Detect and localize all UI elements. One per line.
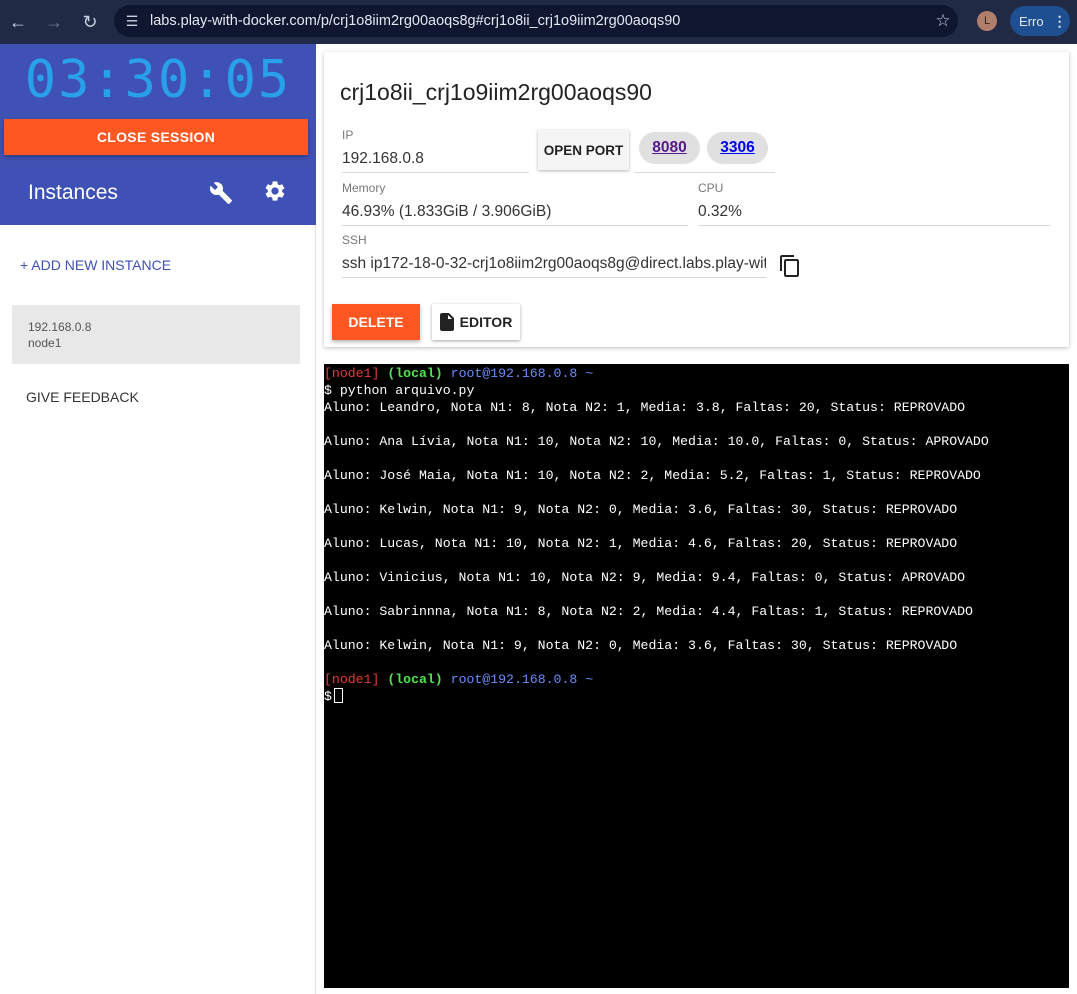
terminal-output-line: $ python arquivo.py (324, 383, 475, 398)
menu-kebab-icon: ⋮ (1052, 12, 1067, 29)
terminal-output-line: Aluno: Leandro, Nota N1: 8, Nota N2: 1, … (324, 400, 966, 415)
instance-item[interactable]: 192.168.0.8 node1 (12, 305, 300, 364)
reload-icon[interactable]: ↻ (72, 4, 108, 40)
ip-field[interactable]: 192.168.0.8 (342, 150, 529, 173)
address-bar[interactable]: ☰ labs.play-with-docker.com/p/crj1o8iim2… (114, 5, 958, 37)
prompt-local: (local) (387, 672, 443, 687)
ip-label: IP (342, 128, 354, 142)
terminal-prompt-line: [node1] (local) root@192.168.0.8 ~ (324, 671, 1069, 688)
sidebar: 03:30:05 CLOSE SESSION Instances + ADD N… (0, 44, 316, 994)
terminal-output-line (324, 586, 1069, 603)
file-icon (439, 313, 454, 331)
terminal-cursor (333, 688, 343, 703)
wrench-icon[interactable] (209, 181, 233, 211)
cpu-label: CPU (698, 181, 724, 195)
terminal-output-line: Aluno: Sabrinnna, Nota N1: 8, Nota N2: 2… (324, 604, 973, 619)
terminal-output-line: $ (324, 688, 1069, 705)
terminal-output-line (324, 620, 1069, 637)
cpu-field[interactable]: 0.32% (698, 203, 1050, 226)
instance-ip: 192.168.0.8 (28, 320, 92, 334)
give-feedback-button[interactable]: GIVE FEEDBACK (26, 389, 139, 405)
prompt-user: root@192.168.0.8 ~ (450, 672, 594, 687)
terminal-output-line (324, 450, 1069, 467)
terminal-output-line: Aluno: Lucas, Nota N1: 10, Nota N2: 1, M… (324, 536, 958, 551)
memory-label: Memory (342, 181, 386, 195)
browser-toolbar: ← → ↻ ☰ labs.play-with-docker.com/p/crj1… (0, 0, 1077, 44)
terminal[interactable]: [node1] (local) root@192.168.0.8 ~ $ pyth… (324, 364, 1069, 988)
terminal-output-line (324, 416, 1069, 433)
terminal-output-line (324, 552, 1069, 569)
instance-title: crj1o8ii_crj1o9iim2rg00aoqs90 (340, 79, 652, 105)
bookmark-star-icon[interactable]: ☆ (928, 11, 958, 31)
terminal-output-line: Aluno: Kelwin, Nota N1: 9, Nota N2: 0, M… (324, 502, 958, 517)
terminal-output-line (324, 484, 1069, 501)
prompt-node: [node1] (324, 672, 380, 687)
prompt-user: root@192.168.0.8 ~ (450, 366, 594, 381)
copy-icon[interactable] (778, 254, 802, 283)
site-settings-icon[interactable]: ☰ (114, 13, 150, 30)
gear-icon[interactable] (263, 179, 287, 210)
port-8080-link[interactable]: 8080 (639, 132, 700, 164)
delete-button[interactable]: DELETE (332, 304, 420, 340)
ports-underline (635, 172, 775, 173)
sidebar-header: 03:30:05 CLOSE SESSION Instances (0, 44, 316, 225)
profile-error-label: Erro (1019, 13, 1044, 29)
add-new-instance-button[interactable]: + ADD NEW INSTANCE (20, 257, 171, 273)
open-port-button[interactable]: OPEN PORT (538, 130, 629, 170)
ssh-field[interactable]: ssh ip172-18-0-32-crj1o8iim2rg00aoqs8g@d… (342, 255, 766, 278)
instance-name: node1 (28, 336, 62, 350)
terminal-output-line: Aluno: José Maia, Nota N1: 10, Nota N2: … (324, 468, 981, 483)
editor-label: EDITOR (459, 314, 513, 330)
url-text[interactable]: labs.play-with-docker.com/p/crj1o8iim2rg… (150, 13, 928, 29)
back-icon[interactable]: ← (0, 4, 36, 40)
close-session-button[interactable]: CLOSE SESSION (4, 119, 308, 155)
profile-avatar[interactable]: L (977, 11, 997, 31)
terminal-output-line: Aluno: Ana Lívia, Nota N1: 10, Nota N2: … (324, 434, 989, 449)
memory-field[interactable]: 46.93% (1.833GiB / 3.906GiB) (342, 203, 688, 226)
instances-title: Instances (28, 181, 118, 204)
terminal-output-line: Aluno: Kelwin, Nota N1: 9, Nota N2: 0, M… (324, 638, 958, 653)
terminal-output-line: Aluno: Vinicius, Nota N1: 10, Nota N2: 9… (324, 570, 966, 585)
session-timer: 03:30:05 (24, 50, 292, 110)
terminal-output-line (324, 518, 1069, 535)
editor-button[interactable]: EDITOR (432, 304, 520, 340)
ssh-label: SSH (342, 233, 367, 247)
terminal-prompt-line: [node1] (local) root@192.168.0.8 ~ (324, 365, 1069, 382)
prompt-node: [node1] (324, 366, 380, 381)
prompt-local: (local) (387, 366, 443, 381)
port-3306-link[interactable]: 3306 (707, 132, 768, 164)
forward-icon[interactable]: → (36, 4, 72, 40)
terminal-output-line (324, 654, 1069, 671)
instance-details-card: crj1o8ii_crj1o9iim2rg00aoqs90 IP 192.168… (324, 52, 1069, 347)
profile-error-button[interactable]: Erro ⋮ (1010, 6, 1070, 36)
